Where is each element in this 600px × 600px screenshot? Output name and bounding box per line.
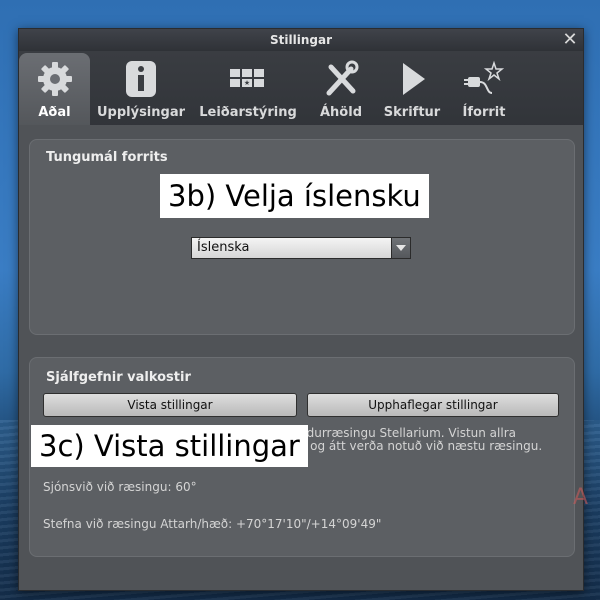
tab-tools[interactable]: Áhöld — [309, 53, 373, 125]
tab-label: Íforrit — [462, 105, 506, 120]
direction-text: Stefna við ræsingu Attarh/hæð: +70°17'10… — [43, 517, 382, 531]
fov-text: Sjónsvið við ræsingu: 60° — [43, 480, 197, 494]
annotation-step-3c: 3c) Vista stillingar — [31, 425, 308, 467]
settings-dialog: Stillingar ✕ Aðal Upplýsingar ★ Leiðarst… — [18, 28, 588, 591]
svg-text:★: ★ — [244, 79, 250, 87]
tools-icon — [326, 60, 359, 96]
defaults-group-title: Sjálfgefnir valkostir — [46, 370, 191, 385]
gear-icon — [37, 62, 72, 96]
play-icon — [403, 63, 425, 95]
close-icon[interactable]: ✕ — [561, 29, 579, 51]
tab-info[interactable]: Upplýsingar — [92, 53, 190, 125]
info-text-line1: ndurræsingu Stellarium. Vistun allra — [299, 426, 516, 440]
watermark-letter: A — [573, 485, 589, 510]
tab-label: Leiðarstýring — [199, 105, 297, 120]
language-group-title: Tungumál forrits — [46, 150, 168, 165]
info-text-line2: ð og átt verða notuð við næstu ræsingu. — [299, 439, 543, 453]
tab-main[interactable]: Aðal — [19, 53, 90, 125]
tab-scripts[interactable]: Skriftur — [379, 53, 445, 125]
tab-navigation[interactable]: ★ Leiðarstýring — [192, 53, 304, 125]
chevron-down-icon — [391, 238, 410, 258]
tab-label: Aðal — [38, 105, 71, 120]
restore-defaults-button[interactable]: Upphaflegar stillingar — [307, 393, 559, 417]
tab-label: Upplýsingar — [96, 105, 186, 120]
plugin-icon — [464, 60, 505, 94]
info-icon — [126, 61, 156, 97]
language-select[interactable]: Íslenska — [191, 237, 411, 259]
tab-plugins[interactable]: Íforrit — [451, 53, 517, 125]
tab-label: Áhöld — [319, 105, 362, 120]
window-title: Stillingar — [19, 29, 583, 51]
annotation-step-3b: 3b) Velja íslensku — [160, 174, 429, 218]
tab-label: Skriftur — [383, 105, 441, 120]
keyboard-icon: ★ — [230, 69, 264, 87]
save-settings-button[interactable]: Vista stillingar — [43, 393, 297, 417]
language-select-value: Íslenska — [197, 240, 250, 255]
